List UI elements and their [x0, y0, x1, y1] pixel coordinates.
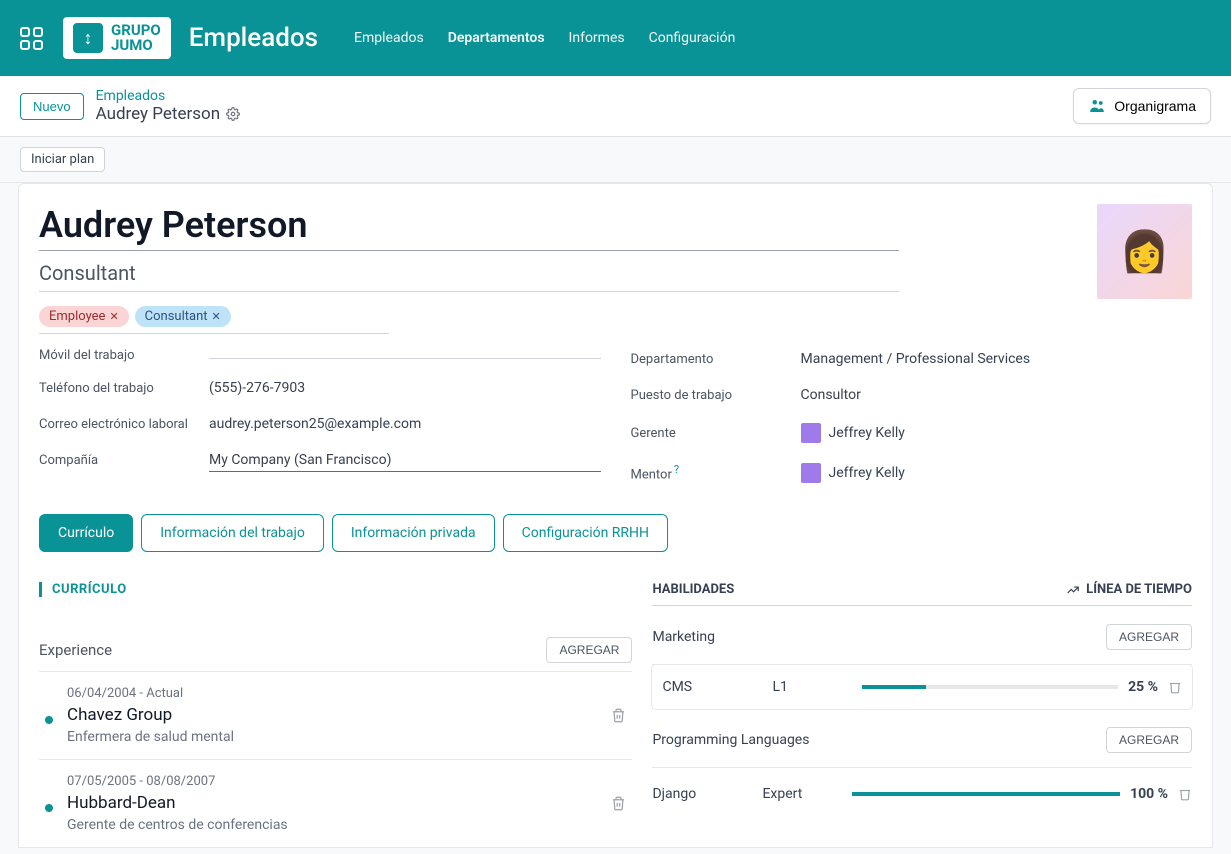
- org-chart-label: Organigrama: [1114, 98, 1196, 114]
- employee-role[interactable]: Consultant: [39, 261, 899, 292]
- mentor-label: Mentor?: [631, 463, 801, 482]
- avatar-icon: [801, 463, 821, 483]
- tag-employee: Employee✕: [39, 306, 129, 327]
- breadcrumb: Empleados Audrey Peterson: [96, 88, 241, 124]
- org-icon: [1088, 97, 1106, 115]
- delete-icon[interactable]: [1178, 787, 1192, 801]
- mobile-input[interactable]: [209, 352, 601, 359]
- phone-input[interactable]: (555)-276-7903: [209, 377, 601, 399]
- tab-curriculo[interactable]: Currículo: [39, 514, 133, 552]
- new-button[interactable]: Nuevo: [20, 93, 84, 120]
- company-input[interactable]: My Company (San Francisco): [209, 449, 601, 472]
- delete-icon[interactable]: [611, 796, 626, 811]
- timeline-item[interactable]: 06/04/2004 - Actual Chavez Group Enferme…: [39, 671, 632, 759]
- skill-level: L1: [772, 679, 862, 695]
- skill-level: Expert: [762, 786, 852, 802]
- timeline-role: Enfermera de salud mental: [67, 729, 597, 745]
- org-chart-button[interactable]: Organigrama: [1073, 88, 1211, 124]
- tag-remove-icon[interactable]: ✕: [212, 310, 221, 323]
- breadcrumb-parent[interactable]: Empleados: [96, 88, 241, 104]
- add-experience-button[interactable]: AGREGAR: [546, 637, 632, 663]
- timeline-item[interactable]: 07/05/2005 - 08/08/2007 Hubbard-Dean Ger…: [39, 759, 632, 847]
- tag-remove-icon[interactable]: ✕: [109, 310, 118, 323]
- timeline-company: Chavez Group: [67, 705, 597, 725]
- skill-category: Programming Languages AGREGAR: [652, 709, 1192, 768]
- timeline-date: 06/04/2004 - Actual: [67, 686, 597, 701]
- employee-avatar[interactable]: 👩: [1097, 204, 1192, 299]
- logo[interactable]: ↕ GRUPO JUMO: [63, 17, 171, 59]
- logo-text: GRUPO JUMO: [111, 23, 161, 53]
- help-icon[interactable]: ?: [674, 463, 679, 476]
- manager-label: Gerente: [631, 426, 801, 441]
- nav-empleados[interactable]: Empleados: [354, 30, 424, 46]
- email-label: Correo electrónico laboral: [39, 417, 209, 432]
- avatar-icon: [801, 423, 821, 443]
- gear-icon[interactable]: [226, 107, 240, 121]
- skills-timeline-button[interactable]: LÍNEA DE TIEMPO: [1066, 582, 1192, 597]
- nav-departamentos[interactable]: Departamentos: [448, 30, 545, 46]
- progress-bar[interactable]: [852, 792, 1120, 796]
- skill-row[interactable]: CMS L1 25 %: [652, 665, 1192, 709]
- dept-input[interactable]: Management / Professional Services: [801, 348, 1193, 370]
- logo-icon: ↕: [73, 23, 103, 53]
- skill-category-name: Marketing: [652, 629, 762, 645]
- nav-configuracion[interactable]: Configuración: [649, 30, 736, 46]
- skill-row[interactable]: Django Expert 100 %: [652, 768, 1192, 816]
- app-title: Empleados: [189, 23, 318, 53]
- email-input[interactable]: audrey.peterson25@example.com: [209, 413, 601, 435]
- skill-pct: 100 %: [1130, 786, 1168, 802]
- phone-label: Teléfono del trabajo: [39, 381, 209, 396]
- dept-label: Departamento: [631, 352, 801, 367]
- tab-config-rrhh[interactable]: Configuración RRHH: [503, 514, 668, 552]
- timeline-role: Gerente de centros de conferencias: [67, 817, 597, 833]
- skill-pct: 25 %: [1128, 679, 1158, 695]
- skill-name: CMS: [662, 679, 772, 695]
- skills-header-left: HABILIDADES: [652, 582, 734, 597]
- apps-icon[interactable]: [20, 27, 43, 50]
- timeline-date: 07/05/2005 - 08/08/2007: [67, 774, 597, 789]
- skill-category-name: Programming Languages: [652, 732, 1106, 748]
- nav-informes[interactable]: Informes: [569, 30, 625, 46]
- tag-consultant: Consultant✕: [135, 306, 231, 327]
- employee-name[interactable]: Audrey Peterson: [39, 204, 899, 251]
- skill-category: Marketing AGREGAR: [652, 606, 1192, 665]
- tab-info-trabajo[interactable]: Información del trabajo: [141, 514, 324, 552]
- resume-section-title: CURRÍCULO: [39, 582, 632, 597]
- mentor-input[interactable]: Jeffrey Kelly: [801, 460, 1193, 486]
- job-label: Puesto de trabajo: [631, 388, 801, 403]
- tags-row[interactable]: Employee✕ Consultant✕: [39, 306, 389, 334]
- timeline-company: Hubbard-Dean: [67, 793, 597, 813]
- company-label: Compañía: [39, 453, 209, 468]
- breadcrumb-current: Audrey Peterson: [96, 104, 221, 124]
- nav-links: Empleados Departamentos Informes Configu…: [354, 30, 735, 46]
- start-plan-button[interactable]: Iniciar plan: [20, 147, 105, 172]
- progress-bar[interactable]: [862, 685, 1118, 689]
- delete-icon[interactable]: [1168, 680, 1182, 694]
- job-input[interactable]: Consultor: [801, 384, 1193, 406]
- tab-info-privada[interactable]: Información privada: [332, 514, 495, 552]
- mobile-label: Móvil del trabajo: [39, 348, 209, 363]
- chart-line-icon: [1066, 583, 1080, 597]
- manager-input[interactable]: Jeffrey Kelly: [801, 420, 1193, 446]
- add-skill-button[interactable]: AGREGAR: [1106, 624, 1192, 650]
- skill-name: Django: [652, 786, 762, 802]
- timeline-dot-icon: [45, 716, 53, 724]
- add-skill-button[interactable]: AGREGAR: [1106, 727, 1192, 753]
- delete-icon[interactable]: [611, 708, 626, 723]
- experience-title: Experience: [39, 641, 112, 659]
- timeline-dot-icon: [45, 804, 53, 812]
